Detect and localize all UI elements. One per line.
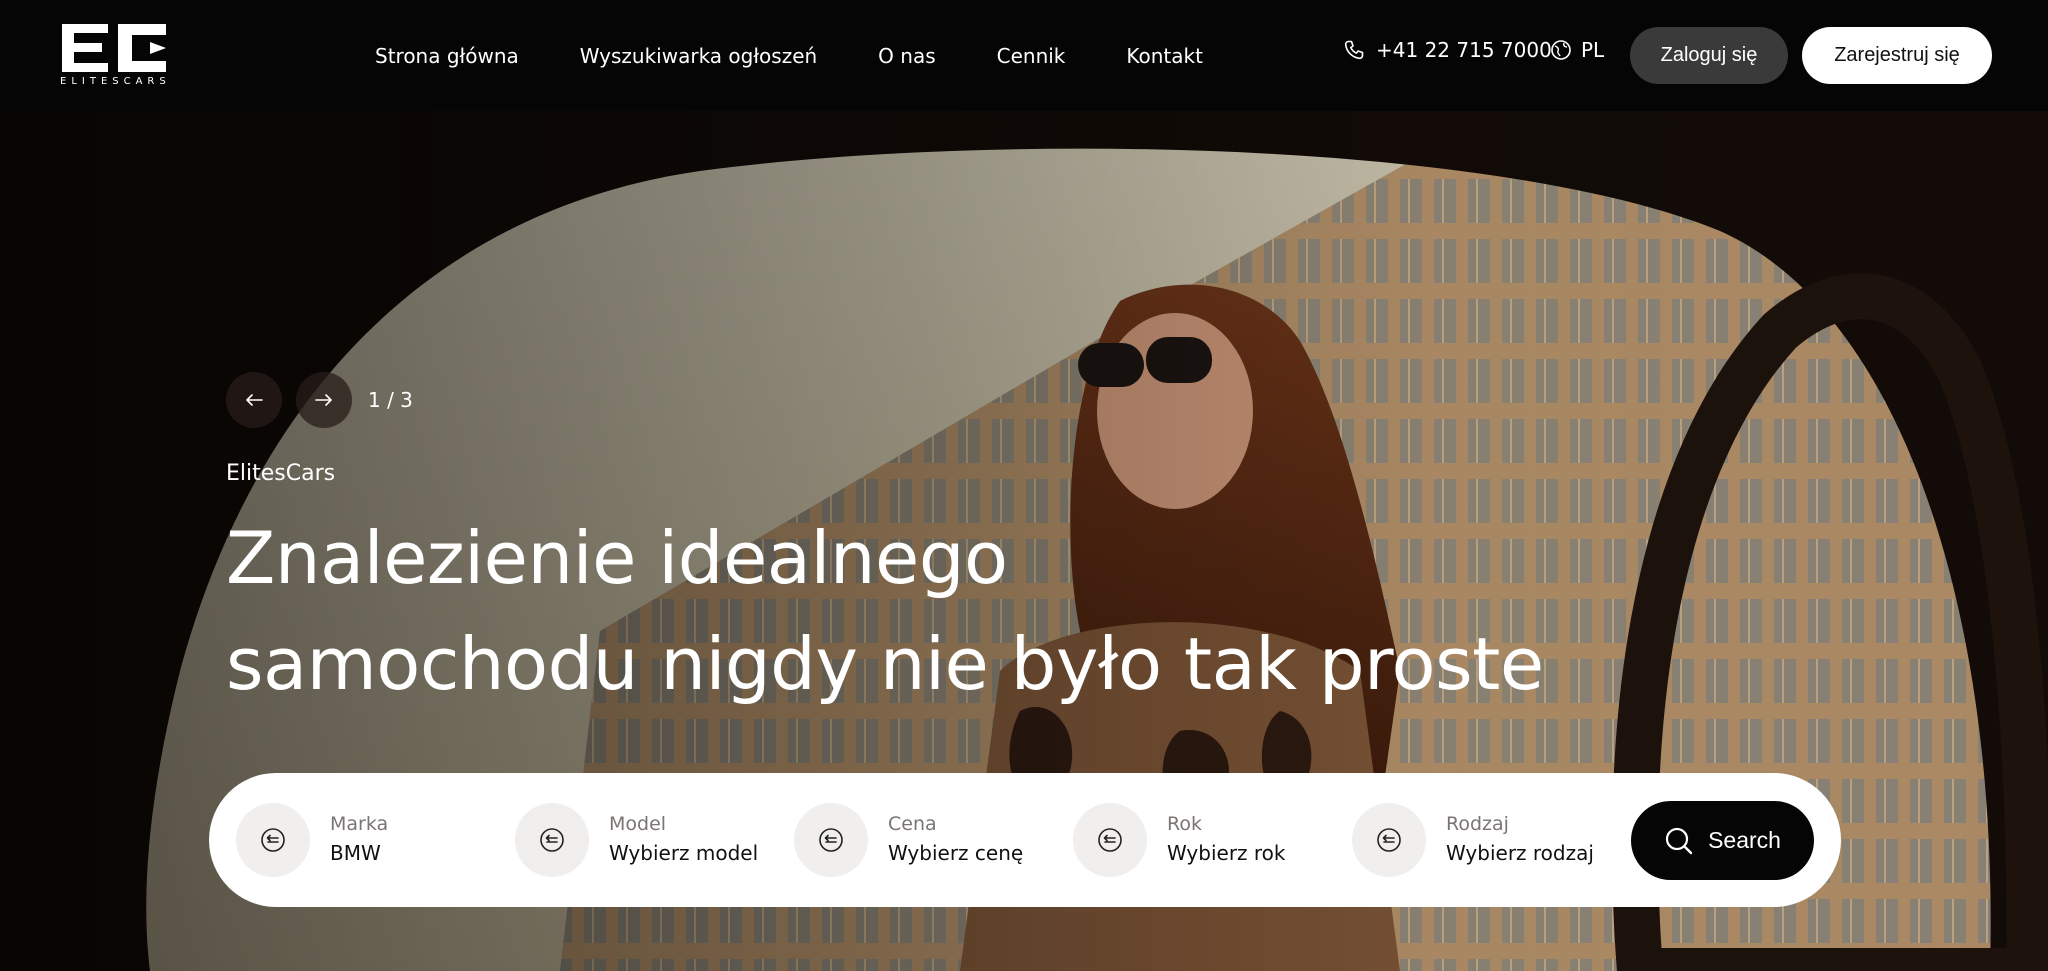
type-value: Wybierz rodzaj [1446, 841, 1594, 865]
model-value: Wybierz model [609, 841, 759, 865]
swap-icon [794, 803, 868, 877]
logo-text: ELITESCARS [60, 76, 171, 87]
brand-label: Marka [330, 813, 389, 835]
phone-number: +41 22 715 7000 [1376, 38, 1552, 62]
nav-item-home[interactable]: Strona główna [375, 44, 519, 68]
slider-controls: 1 / 3 [226, 372, 413, 428]
swap-icon [515, 803, 589, 877]
hero-section: 1 / 3 ElitesCars Znalezienie idealnego s… [0, 111, 2048, 971]
slide-counter: 1 / 3 [368, 388, 413, 412]
register-button[interactable]: Zarejestruj się [1802, 27, 1992, 84]
swap-icon [236, 803, 310, 877]
type-label: Rodzaj [1446, 813, 1509, 835]
arrow-right-icon [315, 394, 332, 406]
next-slide-button[interactable] [296, 372, 352, 428]
hero-headline-line-1: Znalezienie idealnego [226, 516, 1008, 600]
price-value: Wybierz cenę [888, 841, 1024, 865]
phone-link[interactable]: +41 22 715 7000 [1342, 38, 1552, 62]
year-label: Rok [1167, 813, 1202, 835]
prev-slide-button[interactable] [226, 372, 282, 428]
search-button-label: Search [1708, 827, 1781, 853]
arrow-left-icon [246, 394, 263, 406]
language-code: PL [1581, 38, 1605, 62]
search-icon [1665, 827, 1693, 854]
brand-select[interactable]: Marka BMW [236, 803, 388, 877]
swap-icon [1352, 803, 1426, 877]
login-button[interactable]: Zaloguj się [1630, 27, 1788, 84]
nav-item-about[interactable]: O nas [878, 44, 935, 68]
nav-item-listings-search[interactable]: Wyszukiwarka ogłoszeń [580, 44, 817, 68]
price-label: Cena [888, 813, 937, 835]
search-button[interactable]: Search [1631, 801, 1814, 880]
year-value: Wybierz rok [1167, 841, 1286, 865]
main-nav: Strona główna Wyszukiwarka ogłoszeń O na… [375, 0, 1264, 111]
phone-icon [1344, 40, 1364, 60]
price-select[interactable]: Cena Wybierz cenę [794, 803, 1023, 877]
logo-mark [62, 24, 166, 72]
hero-eyebrow: ElitesCars [226, 461, 336, 486]
language-selector[interactable]: PL [1550, 38, 1604, 62]
hero-headline-line-2: samochodu nigdy nie było tak proste [226, 622, 1544, 706]
nav-item-pricing[interactable]: Cennik [997, 44, 1066, 68]
car-search-bar: Marka BMW Model Wybierz model Cena Wybie… [209, 773, 1841, 907]
swap-icon [1073, 803, 1147, 877]
hero-headline: Znalezienie idealnego samochodu nigdy ni… [226, 505, 1544, 717]
elitescars-logo[interactable]: ELITESCARS [60, 24, 168, 88]
globe-icon [1551, 40, 1571, 60]
nav-item-contact[interactable]: Kontakt [1126, 44, 1203, 68]
type-select[interactable]: Rodzaj Wybierz rodzaj [1352, 803, 1594, 877]
model-select[interactable]: Model Wybierz model [515, 803, 758, 877]
model-label: Model [609, 813, 667, 835]
brand-value: BMW [330, 841, 381, 865]
site-header: ELITESCARS Strona główna Wyszukiwarka og… [0, 0, 2048, 111]
year-select[interactable]: Rok Wybierz rok [1073, 803, 1286, 877]
